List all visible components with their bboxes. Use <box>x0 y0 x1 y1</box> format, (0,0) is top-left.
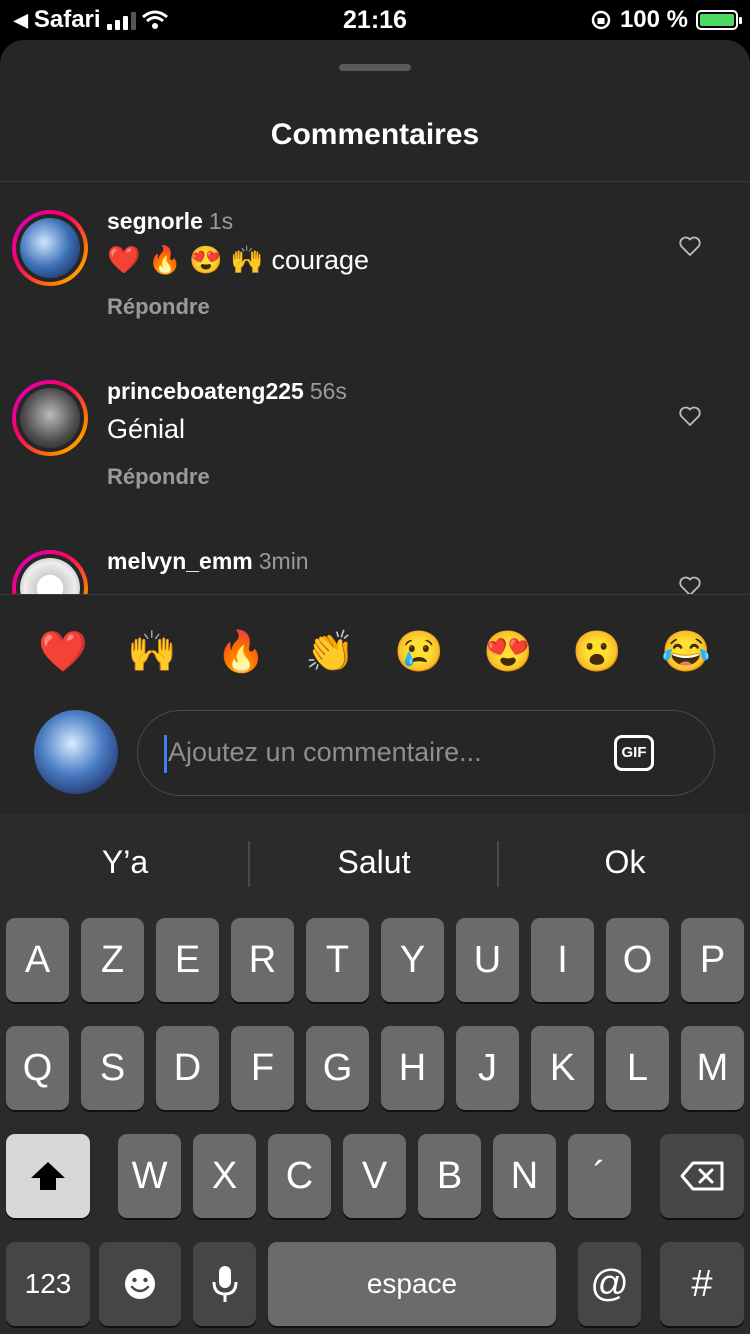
numbers-key[interactable]: 123 <box>6 1242 90 1326</box>
surprised-face-emoji-button[interactable]: 😮 <box>567 627 627 677</box>
status-bar: ◀ Safari 21:16 100 % <box>0 0 750 40</box>
fire-emoji-button[interactable]: 🔥 <box>211 627 271 677</box>
comment-time: 56s <box>309 378 347 404</box>
key-d[interactable]: D <box>156 1026 219 1110</box>
heart-icon[interactable] <box>678 404 702 428</box>
key-a[interactable]: A <box>6 918 69 1002</box>
current-user-avatar <box>34 710 118 794</box>
key-l[interactable]: L <box>606 1026 669 1110</box>
at-key[interactable]: @ <box>578 1242 641 1326</box>
dictation-key[interactable] <box>193 1242 256 1326</box>
key-c[interactable]: C <box>268 1134 331 1218</box>
reply-button[interactable]: Répondre <box>107 464 210 490</box>
comment-item: princeboateng225 56s Génial Répondre <box>0 352 750 522</box>
shift-arrow-icon <box>31 1162 65 1190</box>
comments-sheet: Commentaires segnorle 1s ❤️ 🔥 😍 🙌 courage… <box>0 40 750 814</box>
key-u[interactable]: U <box>456 918 519 1002</box>
gif-button[interactable]: GIF <box>614 735 654 771</box>
microphone-icon <box>212 1266 237 1302</box>
status-right: 100 % <box>590 6 742 34</box>
heart-icon[interactable] <box>678 574 702 594</box>
heart-icon[interactable] <box>678 234 702 258</box>
raising-hands-emoji-button[interactable]: 🙌 <box>122 627 182 677</box>
text-caret <box>164 735 167 773</box>
hash-key[interactable]: # <box>660 1242 744 1326</box>
suggestion-divider <box>248 841 250 887</box>
avatar[interactable] <box>12 210 88 286</box>
key-acute-accent[interactable]: ´ <box>568 1134 631 1218</box>
comment-text: ❤️ 🔥 😍 🙌 courage <box>107 245 370 275</box>
key-v[interactable]: V <box>343 1134 406 1218</box>
keyboard: Y’a Salut Ok A Z E R T Y U I O P Q S D F… <box>0 814 750 1334</box>
key-z[interactable]: Z <box>81 918 144 1002</box>
sheet-title: Commentaires <box>270 118 480 151</box>
key-p[interactable]: P <box>681 918 744 1002</box>
comment-item: segnorle 1s ❤️ 🔥 😍 🙌 courage Répondre <box>0 182 750 352</box>
predictive-bar: Y’a Salut Ok <box>0 814 750 914</box>
key-g[interactable]: G <box>306 1026 369 1110</box>
key-i[interactable]: I <box>531 918 594 1002</box>
key-r[interactable]: R <box>231 918 294 1002</box>
key-o[interactable]: O <box>606 918 669 1002</box>
emoji-key[interactable] <box>99 1242 181 1326</box>
key-j[interactable]: J <box>456 1026 519 1110</box>
comment-header: princeboateng225 56s <box>107 378 347 405</box>
sheet-drag-handle[interactable] <box>339 64 411 71</box>
backspace-key[interactable] <box>660 1134 744 1218</box>
comment-composer: Ajoutez un commentaire... GIF <box>0 705 750 814</box>
space-key[interactable]: espace <box>268 1242 556 1326</box>
comment-username[interactable]: princeboateng225 <box>107 378 304 404</box>
comment-time: 3min <box>258 548 309 574</box>
comment-header: segnorle 1s <box>107 208 233 235</box>
avatar[interactable] <box>12 550 88 594</box>
key-s[interactable]: S <box>81 1026 144 1110</box>
comment-list[interactable]: segnorle 1s ❤️ 🔥 😍 🙌 courage Répondre pri… <box>0 182 750 594</box>
shift-key[interactable] <box>6 1134 90 1218</box>
clapping-hands-emoji-button[interactable]: 👏 <box>300 627 360 677</box>
crying-face-emoji-button[interactable]: 😢 <box>389 627 449 677</box>
key-h[interactable]: H <box>381 1026 444 1110</box>
key-t[interactable]: T <box>306 918 369 1002</box>
suggestion-3[interactable]: Ok <box>505 844 745 881</box>
suggestion-divider <box>497 841 499 887</box>
heart-eyes-emoji-button[interactable]: 😍 <box>478 627 538 677</box>
comment-input-placeholder: Ajoutez un commentaire... <box>168 737 482 767</box>
key-x[interactable]: X <box>193 1134 256 1218</box>
key-w[interactable]: W <box>118 1134 181 1218</box>
battery-percent: 100 % <box>619 6 688 33</box>
avatar[interactable] <box>12 380 88 456</box>
reply-button[interactable]: Répondre <box>107 294 210 320</box>
key-f[interactable]: F <box>231 1026 294 1110</box>
quick-reactions-bar: ❤️ 🙌 🔥 👏 😢 😍 😮 😂 <box>0 595 750 705</box>
orientation-lock-icon <box>591 10 611 30</box>
comment-time: 1s <box>208 208 234 234</box>
tears-of-joy-emoji-button[interactable]: 😂 <box>656 627 716 677</box>
backspace-icon <box>680 1161 724 1191</box>
key-k[interactable]: K <box>531 1026 594 1110</box>
key-y[interactable]: Y <box>381 918 444 1002</box>
comment-username[interactable]: melvyn_emm <box>107 548 253 574</box>
battery-icon <box>696 10 742 30</box>
key-e[interactable]: E <box>156 918 219 1002</box>
comment-header: melvyn_emm 3min <box>107 548 309 575</box>
comment-item: melvyn_emm 3min <box>0 522 750 594</box>
key-b[interactable]: B <box>418 1134 481 1218</box>
heart-emoji-button[interactable]: ❤️ <box>33 627 93 677</box>
key-n[interactable]: N <box>493 1134 556 1218</box>
key-m[interactable]: M <box>681 1026 744 1110</box>
comment-username[interactable]: segnorle <box>107 208 203 234</box>
comment-input[interactable]: Ajoutez un commentaire... GIF <box>137 710 715 796</box>
key-q[interactable]: Q <box>6 1026 69 1110</box>
suggestion-1[interactable]: Y’a <box>5 844 245 881</box>
suggestion-2[interactable]: Salut <box>254 844 494 881</box>
smiley-icon <box>125 1269 155 1299</box>
comment-text: Génial <box>107 414 186 444</box>
